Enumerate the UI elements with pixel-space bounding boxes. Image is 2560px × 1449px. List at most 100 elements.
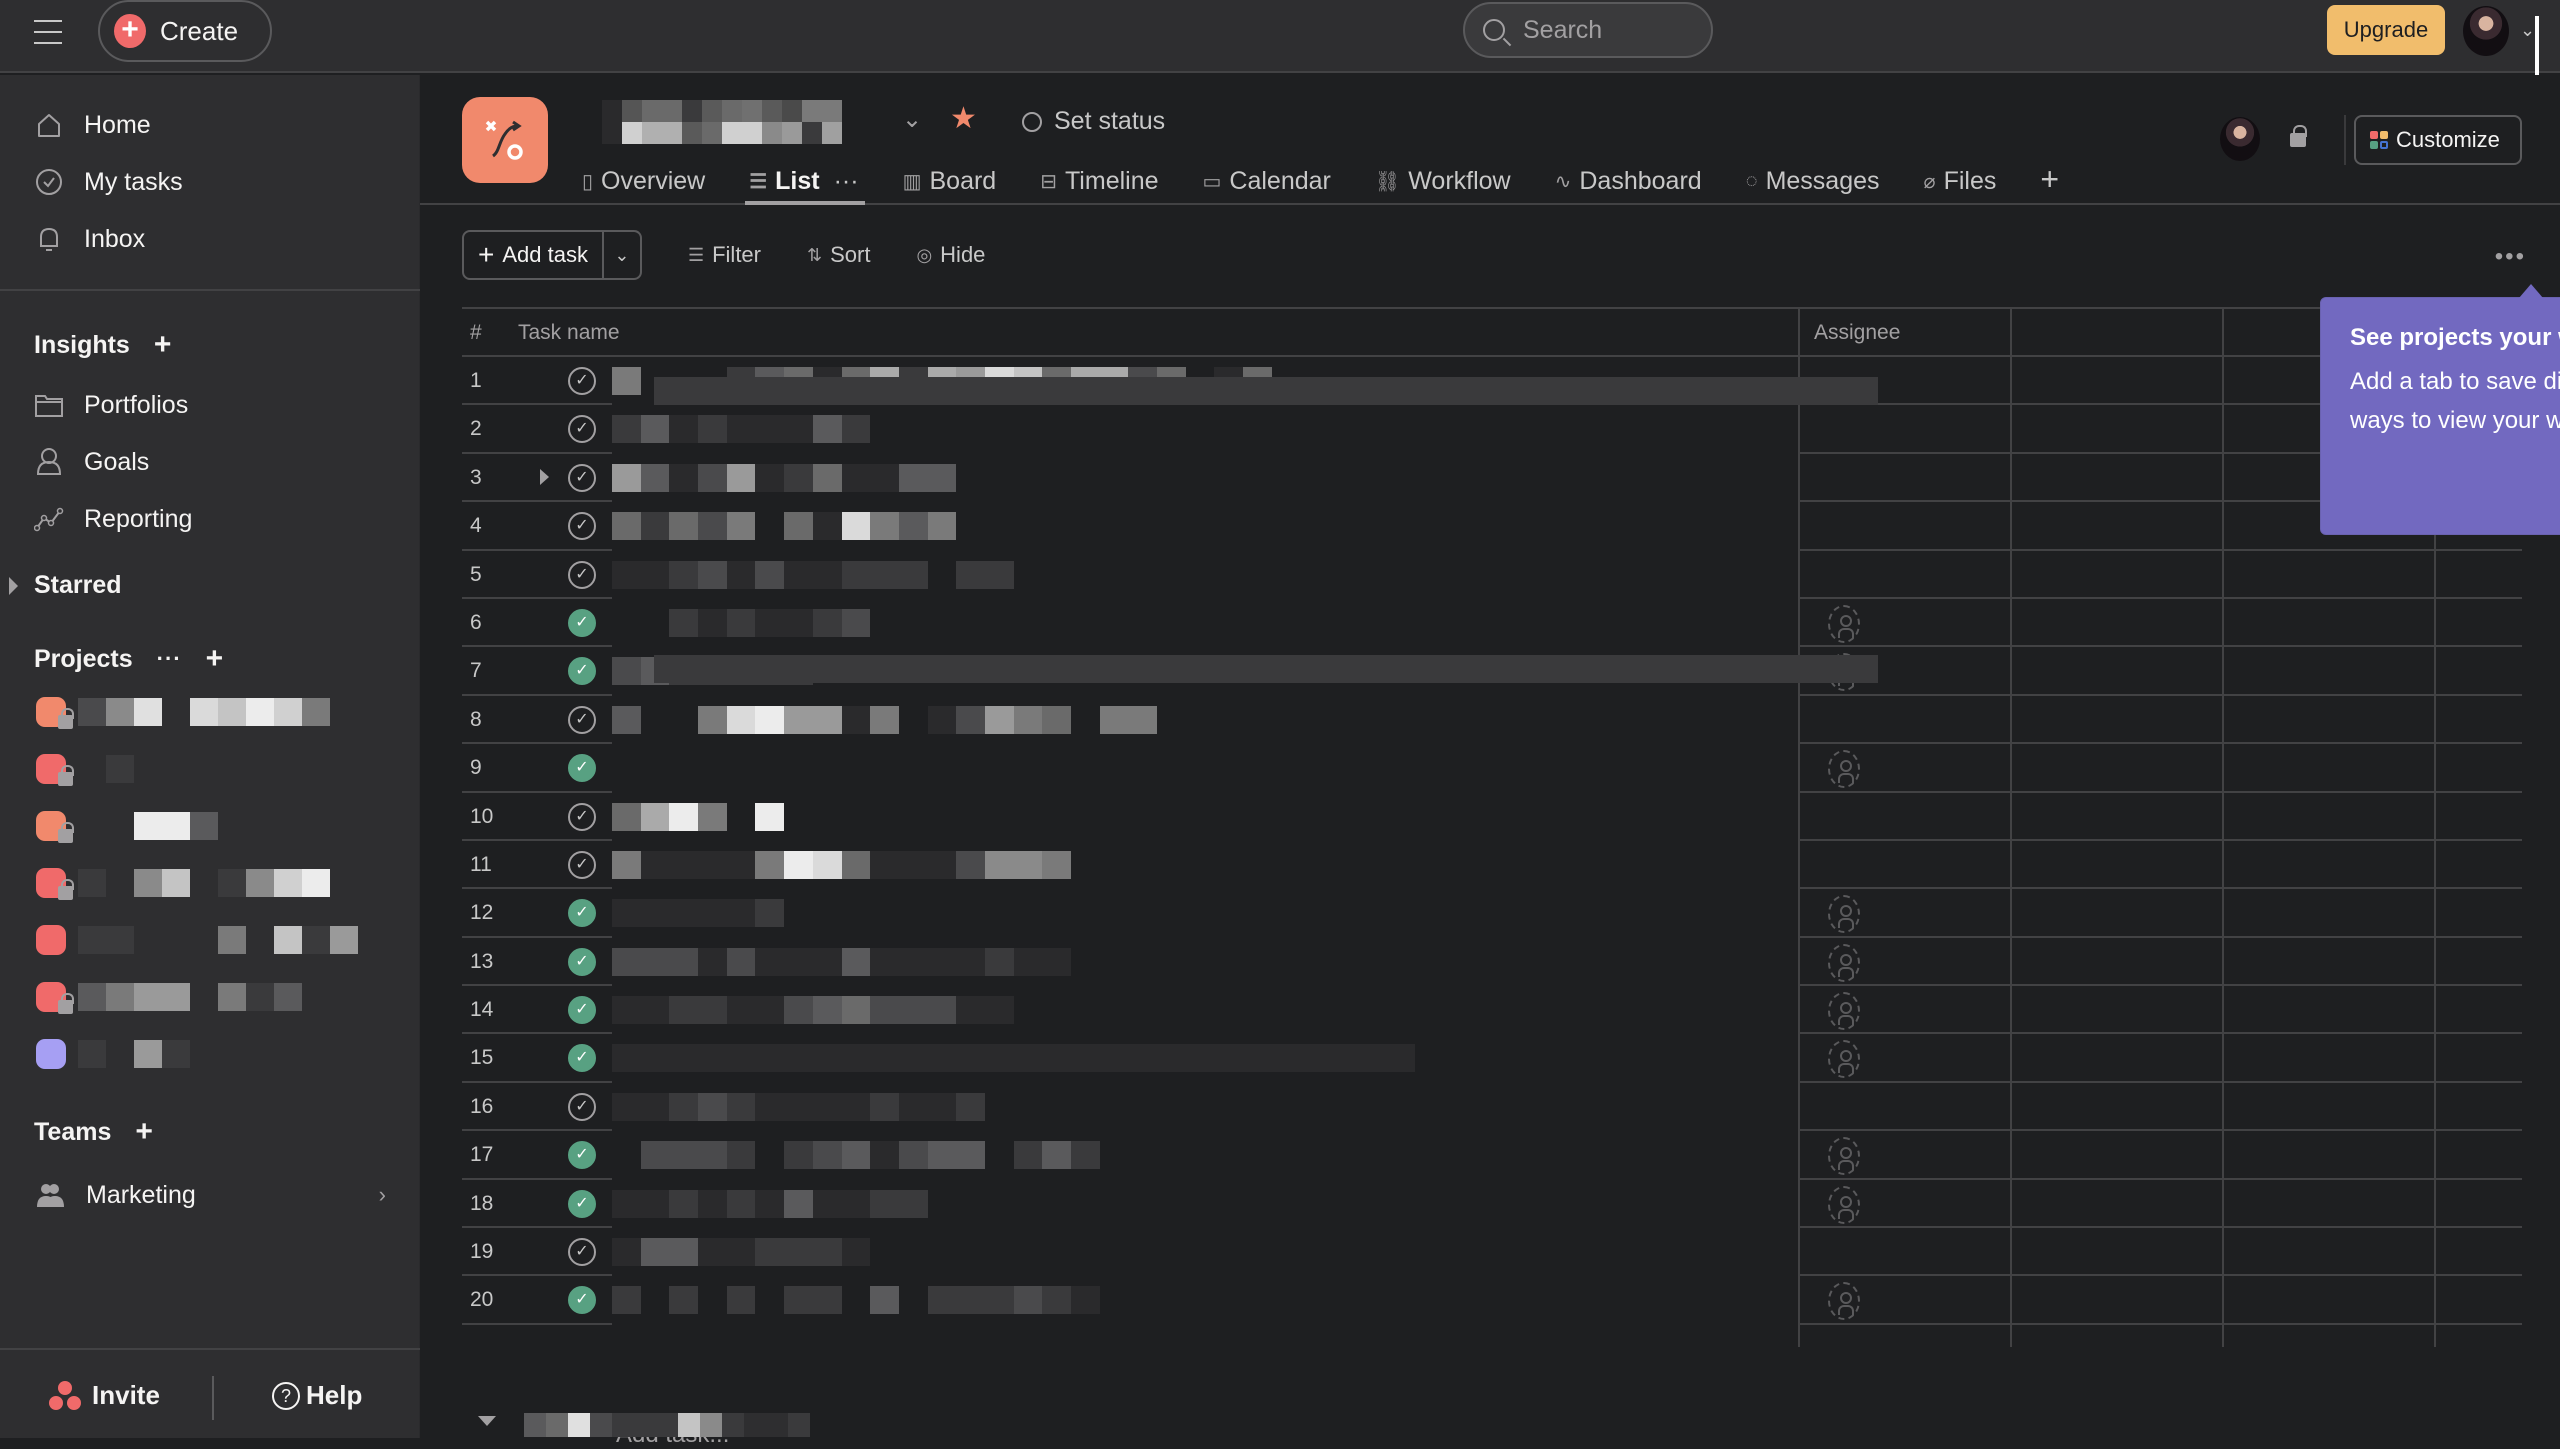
task-name-redacted[interactable]	[612, 1189, 928, 1218]
incomplete-check-icon[interactable]: ✓	[568, 802, 596, 831]
tab-files[interactable]: ⌀ Files	[1924, 161, 1997, 201]
incomplete-check-icon[interactable]: ✓	[568, 512, 596, 541]
sidebar-project-item[interactable]	[36, 695, 330, 729]
tab-calendar[interactable]: ▭ Calendar	[1203, 161, 1331, 201]
task-name-redacted[interactable]	[612, 1286, 1100, 1315]
incomplete-check-icon[interactable]: ✓	[568, 560, 596, 589]
table-row[interactable]: 17 ✓	[462, 1131, 2522, 1180]
add-project-icon[interactable]: +	[206, 642, 224, 676]
unassigned-avatar-icon[interactable]	[1828, 750, 1860, 789]
completed-check-icon[interactable]: ✓	[568, 947, 596, 976]
completed-check-icon[interactable]: ✓	[568, 657, 596, 686]
table-row[interactable]: 4 ✓	[462, 502, 2522, 551]
set-status-button[interactable]: Set status	[1022, 107, 1165, 136]
section-collapse-icon[interactable]	[478, 1416, 496, 1426]
sidebar-item-my-tasks[interactable]: My tasks	[34, 162, 183, 202]
unassigned-avatar-icon[interactable]	[1828, 1185, 1860, 1224]
table-row[interactable]: 2 ✓	[462, 405, 2522, 454]
tab-workflow[interactable]: ⛓ Workflow	[1375, 161, 1511, 201]
add-task-button[interactable]: + Add task	[464, 232, 604, 278]
hide-button[interactable]: ◎ Hide	[916, 242, 985, 268]
table-row[interactable]: 8 ✓	[462, 696, 2522, 745]
table-row[interactable]: 16 ✓	[462, 1083, 2522, 1132]
task-name-redacted[interactable]	[612, 415, 871, 444]
unassigned-avatar-icon[interactable]	[1828, 1137, 1860, 1176]
completed-check-icon[interactable]: ✓	[568, 1286, 596, 1315]
table-row[interactable]: 18 ✓	[462, 1180, 2522, 1229]
table-row[interactable]: 20 ✓	[462, 1276, 2522, 1325]
incomplete-check-icon[interactable]: ✓	[568, 367, 596, 395]
completed-check-icon[interactable]: ✓	[568, 608, 596, 637]
task-name-redacted[interactable]	[612, 463, 957, 492]
add-team-icon[interactable]: +	[135, 1115, 153, 1149]
completed-check-icon[interactable]: ✓	[568, 754, 596, 783]
expand-subtasks-icon[interactable]	[540, 468, 549, 485]
completed-check-icon[interactable]: ✓	[568, 996, 596, 1025]
upgrade-button[interactable]: Upgrade	[2327, 5, 2445, 55]
incomplete-check-icon[interactable]: ✓	[568, 850, 596, 879]
project-title[interactable]	[602, 100, 842, 144]
starred-header[interactable]: Starred	[34, 571, 122, 600]
completed-check-icon[interactable]: ✓	[568, 1044, 596, 1073]
table-row[interactable]: 13 ✓	[462, 938, 2522, 987]
tab-overview[interactable]: ▯ Overview	[582, 161, 705, 201]
member-avatar[interactable]	[2220, 117, 2260, 161]
user-avatar[interactable]	[2463, 6, 2509, 56]
sidebar-project-item[interactable]	[36, 866, 330, 900]
unassigned-avatar-icon[interactable]	[1828, 895, 1860, 934]
tab-messages[interactable]: ◌ Messages	[1746, 161, 1880, 201]
unassigned-avatar-icon[interactable]	[1828, 992, 1860, 1031]
unassigned-avatar-icon[interactable]	[1828, 943, 1860, 982]
task-name-redacted[interactable]	[612, 996, 1014, 1025]
table-row[interactable]: 5 ✓	[462, 551, 2522, 599]
task-name-redacted[interactable]	[612, 802, 785, 831]
table-row[interactable]: 19 ✓	[462, 1228, 2522, 1277]
sidebar-project-item[interactable]	[36, 923, 358, 957]
incomplete-check-icon[interactable]: ✓	[568, 463, 596, 492]
task-name-redacted[interactable]	[612, 1141, 1100, 1170]
incomplete-check-icon[interactable]: ✓	[568, 1238, 596, 1267]
section-title[interactable]	[524, 1413, 810, 1437]
create-button[interactable]: + Create	[98, 0, 272, 62]
chevron-down-icon[interactable]: ⌄	[902, 105, 922, 134]
invite-button[interactable]: Invite	[48, 1380, 160, 1411]
insights-header[interactable]: Insights +	[34, 328, 171, 362]
incomplete-check-icon[interactable]: ✓	[568, 705, 596, 734]
add-tab-icon[interactable]: +	[2040, 161, 2059, 205]
table-row[interactable]: 6 ✓	[462, 599, 2522, 648]
sidebar-item-inbox[interactable]: Inbox	[34, 219, 145, 259]
task-name-redacted[interactable]	[612, 1238, 871, 1267]
table-row[interactable]: 11 ✓	[462, 841, 2522, 890]
caret-right-icon[interactable]	[9, 577, 18, 595]
table-row[interactable]: 15 ✓	[462, 1034, 2522, 1083]
project-strategy-icon[interactable]	[462, 97, 548, 183]
add-insight-icon[interactable]: +	[154, 328, 172, 362]
menu-icon[interactable]	[34, 20, 62, 46]
unassigned-avatar-icon[interactable]	[1828, 604, 1860, 643]
chevron-right-icon[interactable]: ›	[379, 1182, 386, 1208]
tab-dashboard[interactable]: ∿ Dashboard	[1555, 161, 1702, 201]
teams-header[interactable]: Teams +	[34, 1115, 153, 1149]
table-row[interactable]: 3 ✓	[462, 454, 2522, 503]
sidebar-project-item[interactable]	[36, 980, 302, 1014]
sidebar-project-item[interactable]	[36, 1037, 218, 1071]
task-name-redacted[interactable]	[612, 899, 785, 928]
lock-icon[interactable]	[2290, 125, 2307, 147]
search-input[interactable]: Search	[1463, 2, 1713, 58]
add-task-dropdown[interactable]: ⌄	[604, 232, 640, 278]
task-name-redacted[interactable]	[612, 850, 1071, 879]
tab-timeline[interactable]: ⊟ Timeline	[1040, 161, 1158, 201]
sidebar-project-item[interactable]	[36, 752, 190, 786]
task-name-redacted[interactable]	[612, 1044, 1416, 1073]
table-row[interactable]: 14 ✓	[462, 986, 2522, 1035]
help-button[interactable]: ? Help	[272, 1380, 362, 1411]
projects-header[interactable]: Projects ··· +	[34, 642, 223, 676]
sidebar-item-portfolios[interactable]: Portfolios	[34, 385, 188, 425]
task-name-redacted[interactable]	[612, 1092, 985, 1121]
table-row[interactable]: 9 ✓	[462, 744, 2522, 793]
unassigned-avatar-icon[interactable]	[1828, 1282, 1860, 1321]
filter-button[interactable]: ☰ Filter	[688, 242, 761, 268]
task-name-redacted[interactable]	[612, 608, 871, 637]
completed-check-icon[interactable]: ✓	[568, 899, 596, 928]
unassigned-avatar-icon[interactable]	[1828, 1040, 1860, 1079]
